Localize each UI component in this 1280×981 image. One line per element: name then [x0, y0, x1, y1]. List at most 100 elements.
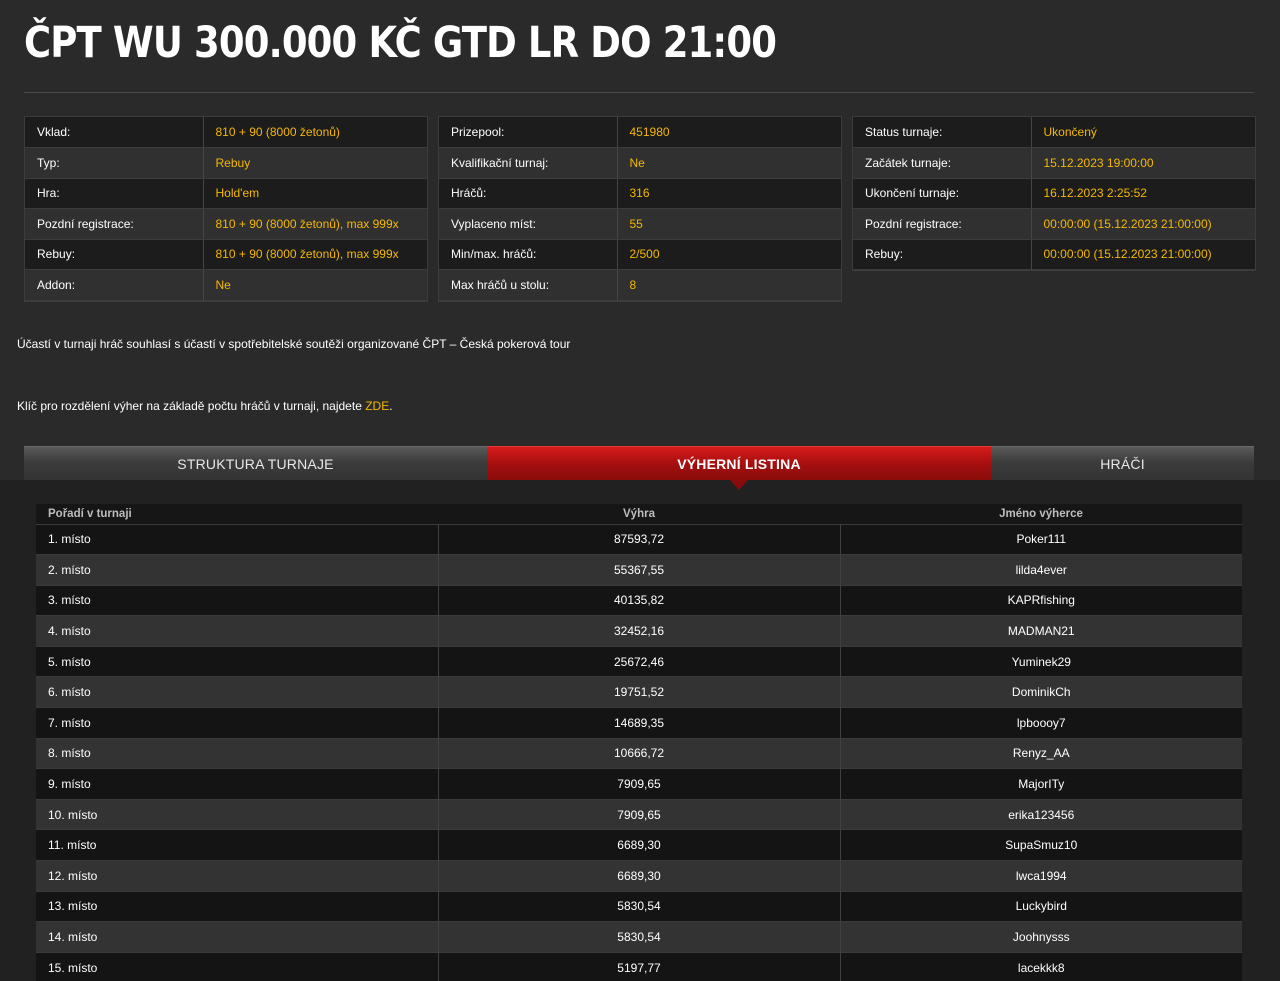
results-table: Pořadí v turnaji Výhra Jméno výherce 1. …: [36, 504, 1242, 981]
winner-cell: lwca1994: [840, 860, 1242, 892]
winner-cell: DominikCh: [840, 676, 1242, 708]
title-divider: [24, 92, 1254, 93]
info-value: 00:00:00 (15.12.2023 21:00:00): [1031, 239, 1255, 270]
prize-cell: 6689,30: [438, 829, 841, 861]
winner-cell: Yuminek29: [840, 645, 1242, 677]
prize-cell: 55367,55: [438, 554, 841, 586]
info-label: Vyplaceno míst:: [439, 208, 618, 240]
tab-results[interactable]: VÝHERNÍ LISTINA: [487, 446, 991, 490]
info-label: Pozdní registrace:: [25, 208, 204, 240]
info-value: 810 + 90 (8000 žetonů), max 999x: [203, 208, 427, 240]
info-value: 00:00:00 (15.12.2023 21:00:00): [1031, 208, 1255, 240]
info-value: 8: [617, 269, 841, 301]
prize-cell: 40135,82: [438, 584, 841, 616]
info-label: Rebuy:: [25, 239, 204, 270]
info-value: 55: [617, 208, 841, 240]
info-row: Kvalifikační turnaj: Ne: [439, 147, 841, 179]
prize-cell: 6689,30: [438, 860, 841, 892]
prize-cell: 7909,65: [438, 798, 841, 830]
winner-cell: Renyz_AA: [840, 737, 1242, 769]
prize-cell: 32452,16: [438, 615, 841, 647]
winner-cell: lpboooy7: [840, 707, 1242, 739]
info-label: Prizepool:: [439, 117, 618, 148]
prize-cell: 5830,54: [438, 890, 841, 922]
info-label: Addon:: [25, 269, 204, 301]
winner-cell: SupaSmuz10: [840, 829, 1242, 861]
header-prize: Výhra: [438, 504, 840, 524]
info-label: Status turnaje:: [853, 117, 1032, 148]
info-row: Prizepool: 451980: [439, 117, 841, 148]
info-row: Status turnaje: Ukončený: [853, 117, 1255, 148]
rank-cell: 9. místo: [36, 768, 439, 800]
header-rank: Pořadí v turnaji: [36, 504, 438, 524]
table-row: 2. místo 55367,55 lilda4ever: [36, 554, 1242, 586]
results-header-row: Pořadí v turnaji Výhra Jméno výherce: [36, 504, 1242, 524]
info-label: Pozdní registrace:: [853, 208, 1032, 240]
tournament-tabs: STRUKTURA TURNAJE VÝHERNÍ LISTINA HRÁČI: [24, 446, 1254, 490]
info-value: 810 + 90 (8000 žetonů), max 999x: [203, 239, 427, 270]
tab-players[interactable]: HRÁČI: [991, 446, 1254, 480]
table-row: 11. místo 6689,30 SupaSmuz10: [36, 829, 1242, 861]
consent-notice: Účastí v turnaji hráč souhlasí s účastí …: [17, 337, 571, 351]
info-label: Max hráčů u stolu:: [439, 269, 618, 301]
prize-cell: 87593,72: [438, 523, 841, 555]
winner-cell: lacekkk8: [840, 951, 1242, 981]
info-row: Rebuy: 00:00:00 (15.12.2023 21:00:00): [853, 239, 1255, 270]
info-value: Hold'em: [203, 178, 427, 209]
info-value: 316: [617, 178, 841, 209]
payout-key-link[interactable]: ZDE: [365, 399, 389, 413]
table-row: 8. místo 10666,72 Renyz_AA: [36, 737, 1242, 769]
rank-cell: 2. místo: [36, 554, 439, 586]
info-row: Typ: Rebuy: [25, 147, 427, 179]
table-row: 5. místo 25672,46 Yuminek29: [36, 645, 1242, 677]
info-label: Hráčů:: [439, 178, 618, 209]
table-row: 12. místo 6689,30 lwca1994: [36, 860, 1242, 892]
info-label: Hra:: [25, 178, 204, 209]
info-value: 15.12.2023 19:00:00: [1031, 147, 1255, 179]
rank-cell: 12. místo: [36, 860, 439, 892]
winner-cell: MADMAN21: [840, 615, 1242, 647]
winner-cell: Poker111: [840, 523, 1242, 555]
table-row: 15. místo 5197,77 lacekkk8: [36, 951, 1242, 981]
payout-key-notice: Klíč pro rozdělení výher na základě počt…: [17, 399, 393, 413]
table-row: 3. místo 40135,82 KAPRfishing: [36, 584, 1242, 616]
info-label: Rebuy:: [853, 239, 1032, 270]
rank-cell: 3. místo: [36, 584, 439, 616]
prize-cell: 10666,72: [438, 737, 841, 769]
info-table-entry: Vklad: 810 + 90 (8000 žetonů) Typ: Rebuy Hra…: [24, 116, 428, 302]
info-value: Ne: [617, 147, 841, 179]
info-value: 810 + 90 (8000 žetonů): [203, 117, 427, 148]
info-row: Hra: Hold'em: [25, 178, 427, 209]
prize-cell: 25672,46: [438, 645, 841, 677]
info-row: Pozdní registrace: 810 + 90 (8000 žetonů)…: [25, 208, 427, 240]
info-table-entry-grid: Vklad: 810 + 90 (8000 žetonů) Typ: Rebuy Hra…: [25, 117, 427, 301]
prize-cell: 5197,77: [438, 951, 841, 981]
winner-cell: lilda4ever: [840, 554, 1242, 586]
payout-key-text: Klíč pro rozdělení výher na základě počt…: [17, 399, 366, 413]
info-label: Kvalifikační turnaj:: [439, 147, 618, 179]
info-label: Typ:: [25, 147, 204, 179]
info-row: Rebuy: 810 + 90 (8000 žetonů), max 999x: [25, 239, 427, 270]
info-row: Pozdní registrace: 00:00:00 (15.12.2023 2…: [853, 208, 1255, 240]
info-table-status-grid: Status turnaje: Ukončený Začátek turnaje: 1…: [853, 117, 1255, 270]
info-row: Začátek turnaje: 15.12.2023 19:00:00: [853, 147, 1255, 179]
info-row: Vklad: 810 + 90 (8000 žetonů): [25, 117, 427, 148]
winner-cell: KAPRfishing: [840, 584, 1242, 616]
rank-cell: 13. místo: [36, 890, 439, 922]
header-winner: Jméno výherce: [840, 504, 1242, 524]
rank-cell: 11. místo: [36, 829, 439, 861]
table-row: 13. místo 5830,54 Luckybird: [36, 890, 1242, 922]
info-value: 16.12.2023 2:25:52: [1031, 178, 1255, 209]
table-row: 9. místo 7909,65 MajorITy: [36, 768, 1242, 800]
rank-cell: 5. místo: [36, 645, 439, 677]
info-row: Min/max. hráčů: 2/500: [439, 239, 841, 270]
rank-cell: 1. místo: [36, 523, 439, 555]
info-table-prizes-grid: Prizepool: 451980 Kvalifikační turnaj: Ne Hr…: [439, 117, 841, 301]
tab-structure[interactable]: STRUKTURA TURNAJE: [24, 446, 487, 480]
info-row: Max hráčů u stolu: 8: [439, 269, 841, 301]
info-value: 2/500: [617, 239, 841, 270]
info-label: Vklad:: [25, 117, 204, 148]
info-value: Ukončený: [1031, 117, 1255, 148]
rank-cell: 15. místo: [36, 951, 439, 981]
info-label: Min/max. hráčů:: [439, 239, 618, 270]
